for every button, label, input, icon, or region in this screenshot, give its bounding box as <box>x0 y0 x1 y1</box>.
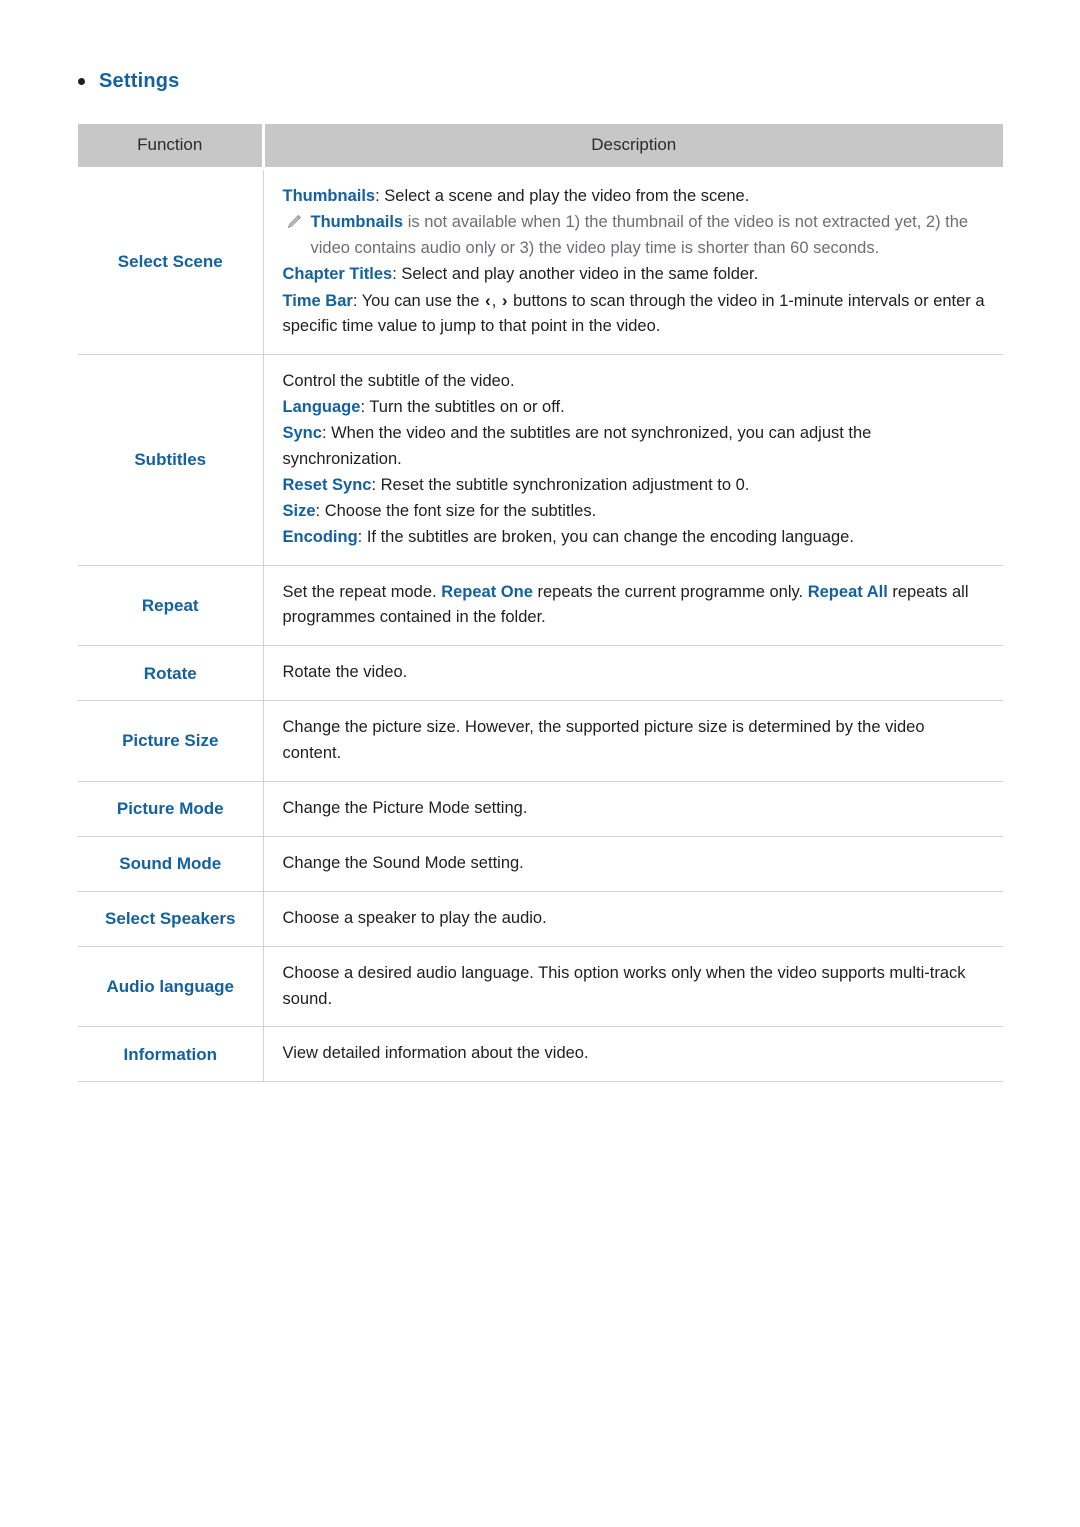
desc-sep: : <box>357 527 367 546</box>
desc-text: When the video and the subtitles are not… <box>282 424 872 469</box>
description-information: View detailed information about the vide… <box>263 1026 1003 1083</box>
description-repeat: Set the repeat mode. Repeat One repeats … <box>263 565 1003 647</box>
keyword-thumbnails: Thumbnails <box>282 187 376 205</box>
desc-sep: : <box>321 424 332 443</box>
keyword-time-bar: Time Bar <box>282 291 353 310</box>
function-name-sound-mode: Sound Mode <box>78 836 264 892</box>
table-row: Select Speakers Choose a speaker to play… <box>78 891 1003 947</box>
keyword-language: Language <box>282 398 361 417</box>
section-heading: Settings <box>78 70 180 93</box>
desc-line: Language: Turn the subtitles on or off. <box>283 395 986 421</box>
desc-line: Set the repeat mode. Repeat One repeats … <box>283 580 986 632</box>
desc-text-before: You can use the <box>361 291 485 310</box>
function-name-select-scene: Select Scene <box>78 166 264 356</box>
table-row: Audio language Choose a desired audio la… <box>78 946 1003 1028</box>
desc-line: Time Bar: You can use the ‹, › buttons t… <box>283 288 986 341</box>
keyword-sync: Sync <box>282 424 322 443</box>
desc-text: Control the subtitle of the video. <box>282 372 515 391</box>
desc-line: Chapter Titles: Select and play another … <box>283 262 986 288</box>
description-sound-mode: Change the Sound Mode setting. <box>263 836 1003 892</box>
desc-sep: : <box>371 475 381 494</box>
table-header: Function Description <box>78 124 1003 169</box>
desc-line: Change the Sound Mode setting. <box>282 853 524 872</box>
table-row: Picture Size Change the picture size. Ho… <box>78 700 1003 783</box>
column-header-function: Function <box>78 124 265 169</box>
chevron-right-icon: › <box>501 290 508 310</box>
desc-line: Choose a speaker to play the audio. <box>282 908 547 927</box>
keyword-repeat-one: Repeat One <box>441 582 533 601</box>
table-row: Rotate Rotate the video. <box>78 645 1003 702</box>
desc-text-part2: repeats the current programme only. <box>532 582 808 601</box>
description-picture-size: Change the picture size. However, the su… <box>263 700 1003 783</box>
function-name-subtitles: Subtitles <box>78 354 264 566</box>
description-select-scene: Thumbnails: Select a scene and play the … <box>263 166 1003 356</box>
function-name-picture-mode: Picture Mode <box>78 781 264 837</box>
desc-sep: : <box>315 501 325 520</box>
bullet-dot-icon <box>78 78 85 85</box>
note-block: Thumbnails is not available when 1) the … <box>283 210 986 262</box>
desc-line: Size: Choose the font size for the subti… <box>283 499 986 525</box>
desc-line: Change the picture size. However, the su… <box>282 718 925 763</box>
keyword-reset-sync: Reset Sync <box>282 475 372 494</box>
desc-line: View detailed information about the vide… <box>282 1044 589 1063</box>
desc-line: Change the Picture Mode setting. <box>282 799 528 818</box>
desc-text: Reset the subtitle synchronization adjus… <box>380 475 750 494</box>
table-header-row: Function Description <box>78 124 1003 169</box>
function-name-audio-language: Audio language <box>78 946 264 1028</box>
desc-text-part1: Set the repeat mode. <box>282 582 442 601</box>
function-name-select-speakers: Select Speakers <box>78 891 264 947</box>
keyword-size: Size <box>282 501 316 520</box>
keyword-thumbnails-note: Thumbnails <box>310 212 404 231</box>
function-name-rotate: Rotate <box>78 645 264 702</box>
function-name-information: Information <box>78 1026 264 1083</box>
table-row: Repeat Set the repeat mode. Repeat One r… <box>78 565 1003 647</box>
table-row: Subtitles Control the subtitle of the vi… <box>78 354 1003 566</box>
desc-line: Choose a desired audio language. This op… <box>282 963 966 1008</box>
table-row: Select Scene Thumbnails: Select a scene … <box>78 166 1003 356</box>
chevron-left-icon: ‹ <box>485 290 491 310</box>
table-row: Information View detailed information ab… <box>78 1026 1003 1083</box>
chevron-separator: , <box>491 291 501 310</box>
desc-text: If the subtitles are broken, you can cha… <box>366 527 854 546</box>
function-name-repeat: Repeat <box>78 565 264 647</box>
description-rotate: Rotate the video. <box>263 645 1003 702</box>
table-row: Picture Mode Change the Picture Mode set… <box>78 781 1003 837</box>
function-name-picture-size: Picture Size <box>78 700 264 783</box>
desc-sep: : <box>375 187 385 205</box>
description-picture-mode: Change the Picture Mode setting. <box>263 781 1003 837</box>
document-page: Settings Function Description Select Sce… <box>0 0 1080 1527</box>
desc-line: Sync: When the video and the subtitles a… <box>283 421 986 473</box>
note-text: is not available when 1) the thumbnail o… <box>310 212 969 257</box>
desc-sep: : <box>360 398 370 417</box>
desc-sep: : <box>352 291 362 310</box>
desc-line: Rotate the video. <box>282 663 408 682</box>
keyword-encoding: Encoding <box>282 527 358 546</box>
description-subtitles: Control the subtitle of the video. Langu… <box>263 354 1003 566</box>
desc-line: Thumbnails: Select a scene and play the … <box>283 184 986 210</box>
desc-line: Encoding: If the subtitles are broken, y… <box>283 525 986 551</box>
column-header-description: Description <box>263 124 1003 169</box>
table-row: Sound Mode Change the Sound Mode setting… <box>78 836 1003 892</box>
pencil-icon <box>285 213 303 231</box>
description-audio-language: Choose a desired audio language. This op… <box>263 946 1003 1028</box>
settings-table: Function Description Select Scene Thumbn… <box>78 124 1003 1083</box>
desc-line: Reset Sync: Reset the subtitle synchroni… <box>283 473 986 499</box>
desc-text: Turn the subtitles on or off. <box>369 398 565 417</box>
keyword-chapter-titles: Chapter Titles <box>282 264 393 283</box>
desc-text: Select and play another video in the sam… <box>401 264 759 283</box>
table-body: Select Scene Thumbnails: Select a scene … <box>78 166 1003 1083</box>
desc-line: Control the subtitle of the video. <box>283 369 986 395</box>
page-title: Settings <box>99 70 180 92</box>
desc-text: Choose the font size for the subtitles. <box>324 501 597 520</box>
keyword-repeat-all: Repeat All <box>807 582 888 601</box>
description-select-speakers: Choose a speaker to play the audio. <box>263 891 1003 947</box>
desc-text: Select a scene and play the video from t… <box>384 187 750 205</box>
